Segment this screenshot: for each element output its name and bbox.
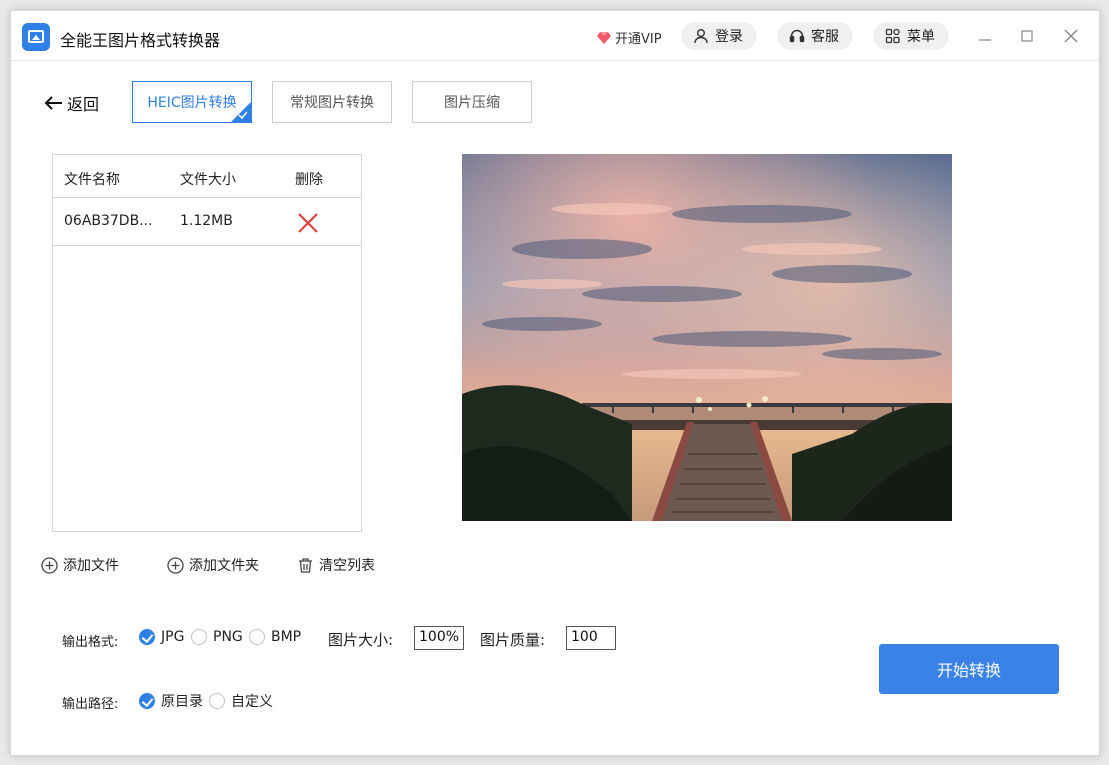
back-label: 返回: [67, 95, 100, 114]
radio-unchecked-icon: [191, 629, 207, 645]
back-button[interactable]: 返回: [43, 91, 99, 115]
minimize-button[interactable]: [973, 24, 997, 48]
vip-link[interactable]: 开通VIP: [597, 28, 662, 47]
app-logo-icon: [22, 23, 50, 51]
output-path-label: 输出路径:: [62, 697, 119, 712]
image-quality-label: 图片质量:: [480, 631, 546, 649]
diamond-icon: [597, 31, 611, 44]
image-quality-input[interactable]: 100: [566, 626, 616, 650]
title-bar: 全能王图片格式转换器 开通VIP 登录 客服 菜单: [11, 11, 1099, 61]
column-filesize: 文件大小: [180, 172, 236, 188]
format-bmp-radio[interactable]: BMP: [249, 629, 301, 645]
maximize-button[interactable]: [1015, 24, 1039, 48]
clear-list-label: 清空列表: [319, 558, 375, 574]
radio-checked-icon: [139, 693, 155, 709]
user-icon: [694, 29, 708, 44]
login-button[interactable]: 登录: [681, 22, 757, 50]
format-bmp-label: BMP: [271, 629, 302, 645]
format-png-label: PNG: [213, 629, 243, 645]
radio-checked-icon: [139, 629, 155, 645]
table-header: 文件名称 文件大小 删除: [53, 155, 361, 198]
tab-heic-convert[interactable]: HEIC图片转换: [132, 81, 252, 123]
column-delete: 删除: [295, 172, 323, 188]
add-file-button[interactable]: 添加文件: [41, 555, 119, 575]
path-original-radio[interactable]: 原目录: [139, 691, 203, 711]
check-icon: [238, 111, 248, 119]
add-file-label: 添加文件: [63, 558, 119, 574]
column-filename: 文件名称: [64, 172, 120, 188]
path-custom-label: 自定义: [231, 694, 273, 710]
add-folder-button[interactable]: 添加文件夹: [167, 555, 259, 575]
tab-normal-convert[interactable]: 常规图片转换: [272, 81, 392, 123]
tab-label: 常规图片转换: [290, 95, 374, 111]
service-button[interactable]: 客服: [777, 22, 853, 50]
file-list-table: 文件名称 文件大小 删除 06AB37DB... 1.12MB: [52, 154, 362, 532]
radio-unchecked-icon: [209, 693, 225, 709]
image-size-label: 图片大小:: [328, 631, 394, 649]
image-size-input[interactable]: 100%: [414, 626, 464, 650]
vip-label: 开通VIP: [615, 32, 662, 47]
format-jpg-label: JPG: [161, 629, 185, 645]
app-window: 全能王图片格式转换器 开通VIP 登录 客服 菜单 返回 HEIC图片转换 常规…: [10, 10, 1100, 756]
menu-label: 菜单: [907, 29, 935, 45]
tab-label: 图片压缩: [444, 95, 500, 111]
tab-image-compress[interactable]: 图片压缩: [412, 81, 532, 123]
tab-label: HEIC图片转换: [147, 95, 237, 111]
menu-button[interactable]: 菜单: [873, 22, 949, 50]
grid-menu-icon: [885, 28, 900, 44]
clear-list-button[interactable]: 清空列表: [297, 555, 375, 575]
output-format-label: 输出格式:: [62, 635, 119, 650]
close-icon: [1064, 29, 1078, 43]
format-jpg-radio[interactable]: JPG: [139, 629, 184, 645]
path-custom-radio[interactable]: 自定义: [209, 691, 273, 711]
radio-unchecked-icon: [249, 629, 265, 645]
service-label: 客服: [811, 29, 839, 45]
delete-icon[interactable]: [297, 212, 319, 234]
login-label: 登录: [715, 29, 743, 45]
file-name: 06AB37DB...: [64, 213, 153, 229]
plus-circle-icon: [167, 556, 184, 574]
close-button[interactable]: [1059, 24, 1083, 48]
table-row[interactable]: 06AB37DB... 1.12MB: [53, 199, 361, 246]
format-png-radio[interactable]: PNG: [191, 629, 243, 645]
sunset-pier-photo: [462, 154, 952, 521]
arrow-left-icon: [44, 96, 62, 110]
add-folder-label: 添加文件夹: [189, 558, 259, 574]
app-title: 全能王图片格式转换器: [60, 31, 221, 50]
file-size: 1.12MB: [180, 213, 233, 229]
start-convert-button[interactable]: 开始转换: [879, 644, 1059, 694]
maximize-icon: [1021, 30, 1033, 42]
image-preview: [462, 154, 952, 521]
headset-icon: [789, 29, 805, 43]
path-original-label: 原目录: [161, 694, 203, 710]
minimize-icon: [979, 39, 991, 41]
trash-icon: [299, 557, 312, 573]
plus-circle-icon: [41, 556, 58, 574]
